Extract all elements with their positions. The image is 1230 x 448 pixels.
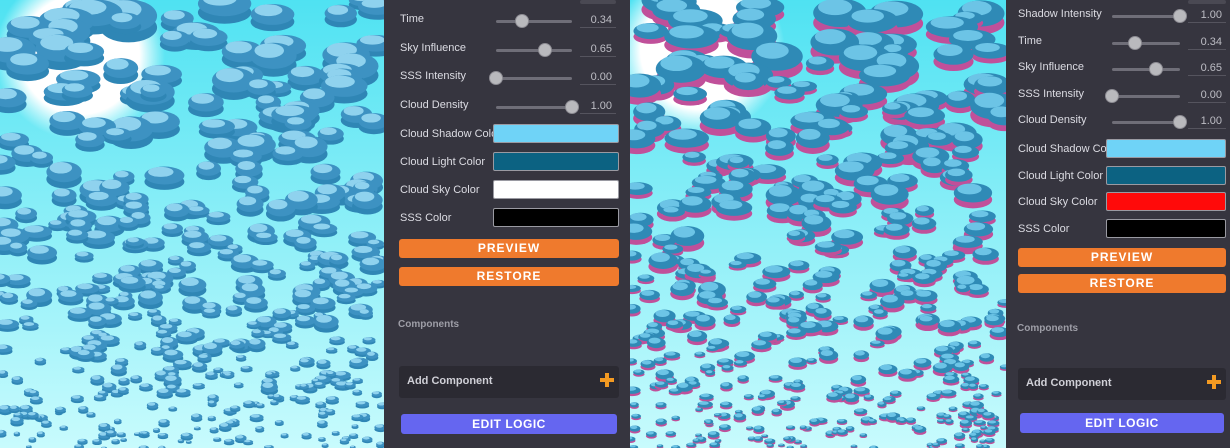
color-swatch[interactable]: [493, 180, 619, 199]
slider-track[interactable]: [1105, 88, 1180, 103]
slider-knob[interactable]: [515, 14, 529, 28]
color-label: Cloud Light Color: [400, 156, 485, 168]
slider-track[interactable]: [496, 14, 572, 28]
slider-row: SSS Intensity 0.00: [1006, 86, 1230, 106]
slider-track[interactable]: [1112, 115, 1187, 129]
slider-track[interactable]: [1112, 9, 1187, 23]
slider-label: Time: [400, 13, 425, 25]
color-label: Cloud Shadow Color: [1018, 143, 1119, 155]
slider-row: Time 0.34: [384, 11, 630, 31]
plus-icon: [600, 373, 614, 387]
panel-scroll-remnant: [580, 0, 616, 4]
preview-button[interactable]: PREVIEW: [1018, 248, 1226, 267]
slider-knob[interactable]: [489, 71, 503, 85]
preview-button[interactable]: PREVIEW: [399, 239, 619, 258]
cloud-scene-right: [630, 0, 1006, 448]
slider-label: SSS Intensity: [1018, 87, 1085, 100]
slider-value-input[interactable]: 1.00: [1188, 7, 1226, 23]
slider-knob[interactable]: [1149, 62, 1163, 76]
slider-knob[interactable]: [1173, 115, 1187, 129]
slider-knob[interactable]: [1128, 35, 1142, 50]
slider-label: Cloud Density: [400, 98, 469, 111]
scene-viewport-right[interactable]: [630, 0, 1006, 448]
color-row: Cloud Light Color: [1006, 165, 1230, 186]
slider-value-input[interactable]: 0.00: [1188, 87, 1226, 103]
color-swatch[interactable]: [493, 208, 619, 227]
color-label: SSS Color: [400, 212, 452, 224]
add-component-label: Add Component: [1026, 377, 1112, 389]
slider-label: SSS Intensity: [400, 70, 467, 82]
slider-label: Sky Influence: [400, 41, 467, 54]
slider-value-input[interactable]: 0.34: [1188, 34, 1226, 50]
slider-value-input[interactable]: 0.34: [580, 12, 616, 28]
slider-knob[interactable]: [565, 99, 579, 114]
slider-row: Sky Influence 0.65: [1006, 59, 1230, 79]
color-swatch[interactable]: [1106, 165, 1226, 185]
slider-value-input[interactable]: 0.65: [1188, 60, 1226, 76]
slider-track[interactable]: [496, 42, 572, 57]
color-label: Cloud Light Color: [1018, 169, 1103, 182]
slider-track[interactable]: [1112, 62, 1180, 76]
slider-track[interactable]: [1112, 35, 1180, 50]
plus-icon: [1207, 375, 1221, 389]
add-component-button[interactable]: Add Component: [1018, 368, 1226, 400]
color-row: SSS Color: [384, 208, 630, 228]
slider-row: Cloud Density 1.00: [1006, 112, 1230, 132]
panel-scroll-remnant: [1188, 0, 1226, 4]
slider-label: Sky Influence: [1018, 61, 1085, 73]
color-row: Cloud Shadow Color: [384, 124, 630, 144]
restore-button[interactable]: RESTORE: [1018, 274, 1226, 293]
slider-knob[interactable]: [1173, 9, 1187, 23]
slider-track[interactable]: [496, 99, 579, 114]
cloud-scene-left: [0, 0, 384, 448]
slider-row: Sky Influence 0.65: [384, 40, 630, 60]
add-component-button[interactable]: Add Component: [399, 366, 619, 398]
slider-value-input[interactable]: 0.00: [580, 69, 616, 85]
slider-value-input[interactable]: 0.65: [580, 41, 616, 57]
slider-row: Shadow Intensity 1.00: [1006, 6, 1230, 26]
slider-row: Time 0.34: [1006, 33, 1230, 53]
color-label: SSS Color: [1018, 222, 1070, 235]
components-heading: Components: [1017, 323, 1079, 334]
restore-button[interactable]: RESTORE: [399, 267, 619, 286]
slider-label: Time: [1018, 34, 1043, 47]
color-swatch[interactable]: [1106, 218, 1226, 238]
edit-logic-button[interactable]: EDIT LOGIC: [1020, 413, 1224, 433]
color-label: Cloud Shadow Color: [400, 128, 501, 140]
color-swatch[interactable]: [493, 152, 619, 171]
color-row: Cloud Shadow Color: [1006, 139, 1230, 159]
edit-logic-button[interactable]: EDIT LOGIC: [401, 414, 617, 434]
slider-knob[interactable]: [1105, 88, 1119, 103]
slider-knob[interactable]: [538, 42, 552, 57]
slider-value-input[interactable]: 1.00: [580, 98, 616, 114]
scene-viewport-left[interactable]: [0, 0, 384, 448]
color-row: Cloud Sky Color: [384, 180, 630, 200]
color-swatch[interactable]: [1106, 139, 1226, 158]
slider-row: SSS Intensity 0.00: [384, 68, 630, 88]
properties-panel-left: Time 0.34 Sky Influence 0.65 SSS Intensi…: [384, 0, 630, 448]
slider-row: Cloud Density 1.00: [384, 97, 630, 117]
slider-label: Shadow Intensity: [1018, 8, 1102, 20]
add-component-label: Add Component: [407, 375, 493, 387]
color-label: Cloud Sky Color: [1018, 196, 1098, 208]
slider-label: Cloud Density: [1018, 114, 1087, 126]
color-row: Cloud Sky Color: [1006, 192, 1230, 212]
color-swatch[interactable]: [1106, 192, 1226, 211]
properties-panel-right: Shadow Intensity 1.00 Time 0.34 Sky Infl…: [1006, 0, 1230, 448]
slider-value-input[interactable]: 1.00: [1188, 113, 1226, 129]
components-heading: Components: [398, 319, 460, 330]
color-label: Cloud Sky Color: [400, 184, 480, 196]
color-row: Cloud Light Color: [384, 152, 630, 172]
slider-track[interactable]: [489, 71, 572, 85]
color-row: SSS Color: [1006, 218, 1230, 239]
color-swatch[interactable]: [493, 124, 619, 143]
